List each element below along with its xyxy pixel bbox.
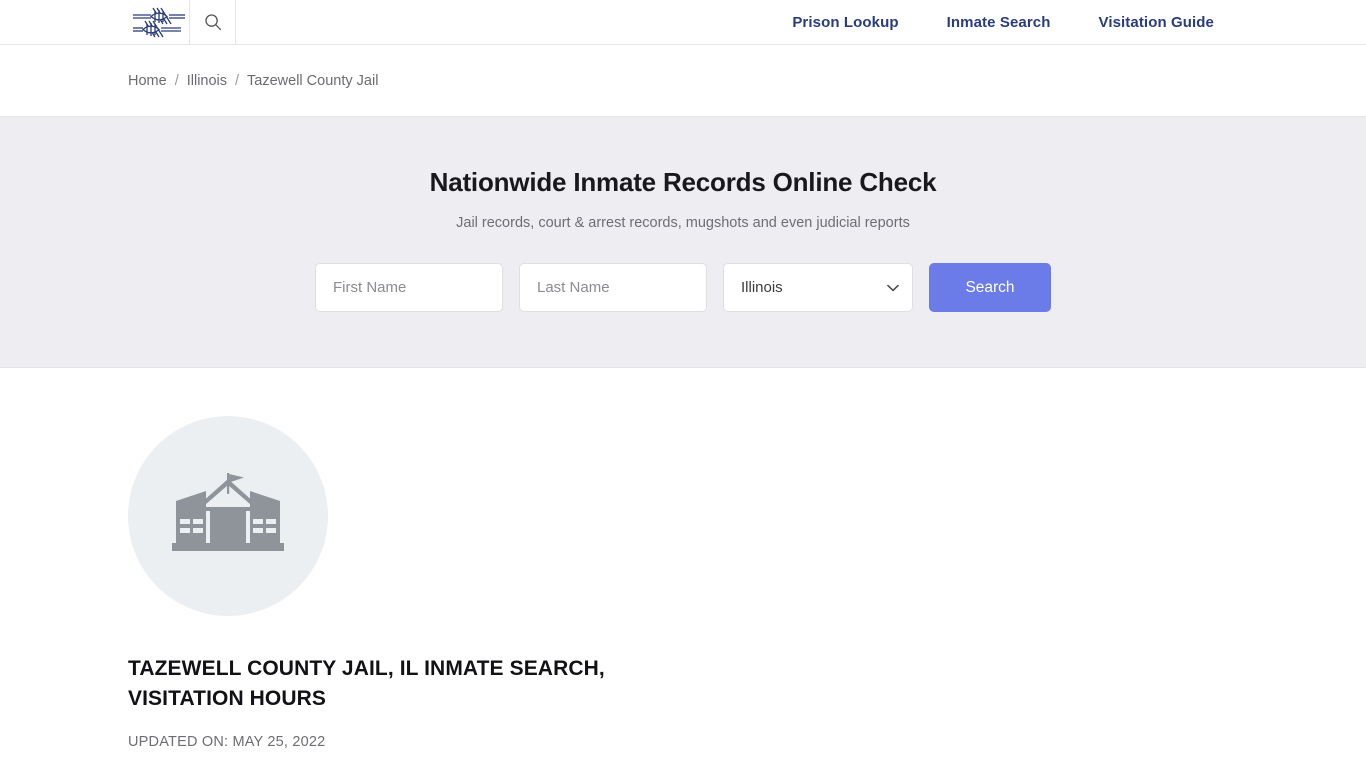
main-navigation: Prison Lookup Inmate Search Visitation G… — [768, 0, 1214, 44]
breadcrumb-separator: / — [174, 72, 179, 89]
breadcrumb-item-current: Tazewell County Jail — [247, 72, 379, 89]
search-button[interactable]: Search — [929, 263, 1051, 312]
state-select-wrapper: Illinois — [723, 263, 913, 312]
breadcrumb-bar: Home / Illinois / Tazewell County Jail — [0, 45, 1366, 116]
page-title: TAZEWELL COUNTY JAIL, IL INMATE SEARCH, … — [128, 657, 605, 710]
last-name-input[interactable] — [519, 263, 707, 312]
breadcrumb: Home / Illinois / Tazewell County Jail — [128, 73, 378, 89]
government-building-icon — [168, 459, 288, 574]
hero-subtitle: Jail records, court & arrest records, mu… — [456, 215, 910, 231]
logo-link[interactable] — [128, 0, 190, 44]
site-header: Prison Lookup Inmate Search Visitation G… — [0, 0, 1366, 45]
header-search-button[interactable] — [190, 0, 236, 44]
header-left-group — [128, 0, 236, 44]
hero-search-section: Nationwide Inmate Records Online Check J… — [0, 116, 1366, 368]
nav-item-visitation-guide[interactable]: Visitation Guide — [1074, 14, 1214, 31]
search-icon — [204, 13, 222, 31]
nav-item-inmate-search[interactable]: Inmate Search — [923, 14, 1075, 31]
first-name-input[interactable] — [315, 263, 503, 312]
breadcrumb-separator: / — [235, 72, 240, 89]
breadcrumb-item-illinois[interactable]: Illinois — [187, 73, 227, 89]
barbed-wire-logo-icon — [131, 4, 187, 40]
breadcrumb-item-home[interactable]: Home — [128, 73, 167, 89]
hero-title: Nationwide Inmate Records Online Check — [429, 167, 937, 197]
updated-on-text: UPDATED ON: MAY 25, 2022 — [128, 733, 326, 750]
inmate-search-form: Illinois Search — [315, 263, 1051, 312]
avatar — [128, 416, 328, 616]
article-content: TAZEWELL COUNTY JAIL, IL INMATE SEARCH, … — [0, 368, 1366, 768]
nav-item-prison-lookup[interactable]: Prison Lookup — [768, 14, 922, 31]
state-select[interactable]: Illinois — [723, 263, 913, 312]
